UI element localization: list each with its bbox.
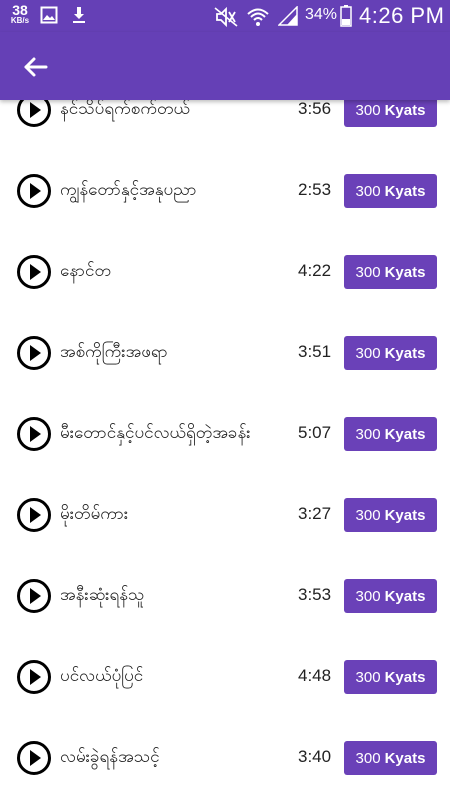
track-duration: 4:48 — [298, 666, 332, 685]
price-currency: Kyats — [384, 344, 426, 362]
track-title: အစ်ကိုကြီးအဖရာ — [60, 342, 168, 362]
price-currency: Kyats — [384, 182, 426, 200]
track-title: ကျွန်တော်နှင့်အနုပညာ — [60, 180, 197, 200]
network-speed-unit: KB/s — [10, 16, 30, 25]
mute-icon — [214, 6, 238, 28]
track-row[interactable]: မိုးတိမ်ကား 3:27 300 Kyats — [0, 484, 450, 546]
track-duration: 3:40 — [298, 747, 332, 766]
buy-button[interactable]: 300 Kyats — [344, 498, 437, 532]
track-row[interactable]: မီးတောင်နှင့်ပင်လယ်ရှိတဲ့အခန်း 5:07 300 Kya… — [0, 403, 450, 465]
track-list: နင်သိပ်ရက်စက်တယ် 3:56 300 Kyats ကျွန်တော်နှင… — [0, 100, 450, 800]
play-icon[interactable] — [16, 100, 52, 128]
price-amount: 300 — [355, 182, 381, 200]
buy-button[interactable]: 300 Kyats — [344, 174, 437, 208]
price-currency: Kyats — [384, 506, 426, 524]
track-row[interactable]: ပင်လယ်ပုံပြင် 4:48 300 Kyats — [0, 646, 450, 708]
buy-button[interactable]: 300 Kyats — [344, 336, 437, 370]
buy-button[interactable]: 300 Kyats — [344, 660, 437, 694]
price-amount: 300 — [355, 263, 381, 281]
track-duration: 2:53 — [298, 180, 332, 199]
track-duration: 4:22 — [298, 261, 332, 280]
track-row[interactable]: နောင်တ 4:22 300 Kyats — [0, 241, 450, 303]
track-duration: 3:27 — [298, 504, 332, 523]
play-icon[interactable] — [16, 578, 52, 614]
price-currency: Kyats — [384, 749, 426, 767]
track-duration: 3:56 — [298, 100, 332, 118]
clock: 4:26 PM — [359, 3, 445, 28]
battery-icon — [340, 5, 352, 27]
track-row[interactable]: လမ်းခွဲရန်အသင့် 3:40 300 Kyats — [0, 727, 450, 789]
price-amount: 300 — [355, 506, 381, 524]
price-amount: 300 — [355, 344, 381, 362]
image-icon — [40, 6, 58, 24]
play-icon[interactable] — [16, 335, 52, 371]
track-title: နင်သိပ်ရက်စက်တယ် — [60, 100, 191, 119]
track-duration: 5:07 — [298, 423, 332, 442]
buy-button[interactable]: 300 Kyats — [344, 100, 437, 127]
network-speed-value: 38 — [12, 2, 28, 18]
track-row[interactable]: ကျွန်တော်နှင့်အနုပညာ 2:53 300 Kyats — [0, 160, 450, 222]
download-icon — [73, 7, 85, 23]
track-title: မီးတောင်နှင့်ပင်လယ်ရှိတဲ့အခန်း — [60, 423, 251, 443]
price-currency: Kyats — [384, 668, 426, 686]
play-icon[interactable] — [16, 659, 52, 695]
app-bar — [0, 32, 450, 100]
status-bar: 38 KB/s 34% 4:26 PM — [0, 0, 450, 32]
battery-percent: 34% — [305, 6, 338, 23]
price-currency: Kyats — [384, 425, 426, 443]
buy-button[interactable]: 300 Kyats — [344, 255, 437, 289]
price-amount: 300 — [355, 749, 381, 767]
track-row[interactable]: အနီးဆုံးရန်သူ 3:53 300 Kyats — [0, 565, 450, 627]
play-icon[interactable] — [16, 173, 52, 209]
price-currency: Kyats — [384, 587, 426, 605]
wifi-icon — [247, 8, 269, 26]
buy-button[interactable]: 300 Kyats — [344, 579, 437, 613]
signal-icon — [278, 6, 298, 26]
play-icon[interactable] — [16, 740, 52, 776]
price-amount: 300 — [355, 668, 381, 686]
price-amount: 300 — [355, 587, 381, 605]
price-currency: Kyats — [384, 101, 426, 119]
track-title: နောင်တ — [60, 261, 111, 281]
play-icon[interactable] — [16, 497, 52, 533]
price-amount: 300 — [355, 425, 381, 443]
buy-button[interactable]: 300 Kyats — [344, 417, 437, 451]
track-title: ပင်လယ်ပုံပြင် — [60, 666, 144, 686]
back-button[interactable] — [20, 52, 50, 82]
track-row[interactable]: နင်သိပ်ရက်စက်တယ် 3:56 300 Kyats — [0, 100, 450, 141]
track-duration: 3:51 — [298, 342, 332, 361]
track-title: မိုးတိမ်ကား — [60, 504, 129, 524]
price-amount: 300 — [355, 101, 381, 119]
track-duration: 3:53 — [298, 585, 332, 604]
buy-button[interactable]: 300 Kyats — [344, 741, 437, 775]
network-speed: 38 KB/s — [7, 3, 33, 25]
track-title: အနီးဆုံးရန်သူ — [60, 585, 145, 605]
track-title: လမ်းခွဲရန်အသင့် — [60, 747, 160, 767]
arrow-left-icon — [24, 57, 48, 77]
track-row[interactable]: အစ်ကိုကြီးအဖရာ 3:51 300 Kyats — [0, 322, 450, 384]
play-icon[interactable] — [16, 254, 52, 290]
price-currency: Kyats — [384, 263, 426, 281]
play-icon[interactable] — [16, 416, 52, 452]
